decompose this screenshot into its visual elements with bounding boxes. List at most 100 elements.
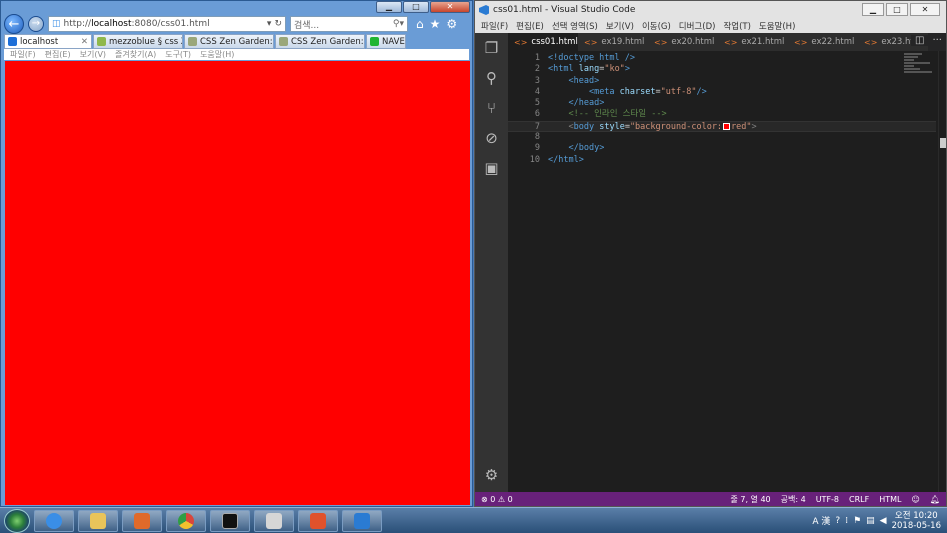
editor-tab-ex19[interactable]: <> ex19.html [578, 33, 648, 51]
taskbar-ie-icon[interactable] [34, 509, 74, 532]
status-cursor-position[interactable]: 줄 7, 열 40 [730, 494, 770, 505]
ie-menu-view[interactable]: 보기(V) [80, 49, 106, 60]
debug-icon[interactable]: ⊘ [485, 129, 498, 147]
vscode-menu-go[interactable]: 이동(G) [642, 20, 671, 32]
vscode-menu-file[interactable]: 파일(F) [481, 20, 508, 32]
search-input[interactable]: 검색... ⚲▾ [290, 16, 408, 32]
notification-bell-icon[interactable]: 🔔︎ [930, 495, 940, 504]
desktop: ▁ □ ✕ ← → ◫ http://localhost:8080/css01.… [0, 0, 947, 533]
ie-page-icon [8, 37, 17, 46]
back-icon[interactable]: ← [4, 14, 24, 34]
vscode-minimize-button[interactable]: ▁ [862, 3, 884, 16]
activity-bar: ❐ ⚲ ⑂ ⊘ ▣ ⚙ [475, 33, 508, 492]
page-icon: ◫ [52, 19, 61, 29]
ie-tab-csszen-2[interactable]: CSS Zen Garden: The... [275, 34, 365, 49]
network-icon[interactable]: ▤ [866, 516, 875, 526]
system-tray: A 漢 ? ⁞ ⚑ ▤ ◀ 오전 10:20 2018-05-16 [812, 511, 947, 531]
editor-tab-ex20[interactable]: <> ex20.html [648, 33, 718, 51]
status-problems[interactable]: ⊗ 0 ⚠ 0 [481, 495, 513, 504]
taskbar-cmd-icon[interactable] [210, 509, 250, 532]
vscode-close-button[interactable]: ✕ [910, 3, 940, 16]
explorer-files-icon[interactable]: ❐ [485, 39, 498, 57]
vscode-menu-tasks[interactable]: 작업(T) [723, 20, 750, 32]
ie-menu-tools[interactable]: 도구(T) [165, 49, 191, 60]
html-file-icon: <> [584, 37, 598, 47]
tab-close-icon[interactable]: ✕ [81, 37, 88, 47]
refresh-icon[interactable]: ↻ [274, 19, 282, 29]
vscode-titlebar: css01.html - Visual Studio Code ▁ □ ✕ [475, 1, 946, 19]
ie-menu-bar: 파일(F) 편집(E) 보기(V) 즐겨찾기(A) 도구(T) 도움말(H) [4, 49, 469, 60]
html-file-icon: <> [514, 37, 528, 47]
search-icon[interactable]: ⚲▾ [393, 19, 404, 29]
ie-tab-localhost[interactable]: localhost ✕ [4, 34, 92, 49]
editor-tab-css01[interactable]: <>css01.html✕ [508, 33, 578, 51]
ie-tab-mezzoblue[interactable]: mezzoblue § css Zen... [93, 34, 183, 49]
status-language[interactable]: HTML [879, 495, 901, 504]
manage-gear-icon[interactable]: ⚙ [485, 466, 498, 484]
ie-close-button[interactable]: ✕ [430, 1, 470, 13]
code-line: 6 <!-- 인라인 스타일 --> [534, 109, 667, 120]
editor-tab-ex21[interactable]: <> ex21.html [718, 33, 788, 51]
status-bar: ⊗ 0 ⚠ 0 줄 7, 열 40 공백: 4 UTF-8 CRLF HTML … [475, 492, 946, 506]
minimap[interactable] [904, 53, 934, 74]
forward-icon[interactable]: → [28, 16, 44, 32]
taskbar-explorer-icon[interactable] [78, 509, 118, 532]
ie-minimize-button[interactable]: ▁ [376, 1, 402, 13]
ie-menu-favorites[interactable]: 즐겨찾기(A) [115, 49, 156, 60]
vscode-body: ❐ ⚲ ⑂ ⊘ ▣ ⚙ <>css01.html✕ <>ex19.html <>… [475, 33, 946, 492]
flag-icon[interactable]: ⚑ [853, 516, 861, 526]
taskbar-chrome-icon[interactable] [166, 509, 206, 532]
ie-navigation-bar: ← → ◫ http://localhost:8080/css01.html ▾… [4, 13, 469, 35]
site-favicon-icon [188, 37, 197, 46]
editor-tab-ex22[interactable]: <> ex22.html [788, 33, 858, 51]
status-encoding[interactable]: UTF-8 [816, 495, 839, 504]
address-bar[interactable]: ◫ http://localhost:8080/css01.html ▾ ↻ [48, 16, 286, 32]
status-indentation[interactable]: 공백: 4 [781, 494, 806, 505]
extensions-icon[interactable]: ▣ [484, 159, 498, 177]
source-control-icon[interactable]: ⑂ [487, 99, 496, 117]
ie-tab-naver[interactable]: NAVER [366, 34, 406, 49]
taskbar-java-icon[interactable] [254, 509, 294, 532]
tray-expand-icon[interactable]: ⁞ [845, 516, 848, 526]
windows-taskbar: A 漢 ? ⁞ ⚑ ▤ ◀ 오전 10:20 2018-05-16 [0, 507, 947, 533]
more-actions-icon[interactable]: ··· [932, 35, 942, 46]
ie-window-controls: ▁ □ ✕ [376, 1, 470, 13]
search-icon[interactable]: ⚲ [486, 69, 497, 87]
color-swatch-icon[interactable] [723, 122, 731, 130]
status-eol[interactable]: CRLF [849, 495, 869, 504]
search-dropdown-icon[interactable]: ▾ [267, 19, 272, 29]
split-editor-icon[interactable]: ◫ [915, 35, 924, 46]
code-line-current: 7 <body style="background-color: red"> [508, 120, 936, 133]
start-button[interactable] [4, 508, 30, 533]
vscode-menu-help[interactable]: 도움말(H) [759, 20, 795, 32]
vscode-menu-edit[interactable]: 편집(E) [516, 20, 544, 32]
taskbar-media-player-icon[interactable] [122, 509, 162, 532]
code-editor[interactable]: 1 <!doctype html /> 2 <html lang="ko"> 3 <… [508, 53, 936, 166]
ie-menu-edit[interactable]: 편집(E) [45, 49, 71, 60]
favorites-star-icon[interactable]: ★ [430, 17, 441, 31]
feedback-smiley-icon[interactable]: ☺ [912, 495, 920, 504]
editor-area: <>css01.html✕ <>ex19.html <>ex20.html <>… [508, 33, 946, 492]
ie-window: ▁ □ ✕ ← → ◫ http://localhost:8080/css01.… [0, 0, 473, 507]
code-line: 2 <html lang="ko"> [534, 64, 630, 75]
home-icon[interactable]: ⌂ [416, 17, 424, 31]
volume-icon[interactable]: ◀ [880, 516, 887, 526]
vscode-menu-view[interactable]: 보기(V) [606, 20, 634, 32]
code-line: 5 </head> [534, 98, 605, 109]
ie-tab-csszen-1[interactable]: CSS Zen Garden: The... [184, 34, 274, 49]
settings-gear-icon[interactable]: ⚙ [446, 17, 457, 31]
clock[interactable]: 오전 10:20 2018-05-16 [892, 511, 941, 531]
ie-maximize-button[interactable]: □ [403, 1, 429, 13]
ime-indicator[interactable]: A 漢 [812, 514, 830, 527]
taskbar-vscode-icon[interactable] [342, 509, 382, 532]
vscode-menu-debug[interactable]: 디버그(D) [679, 20, 716, 32]
code-line: 10 </html> [529, 154, 584, 165]
vscode-menu-selection[interactable]: 선택 영역(S) [552, 20, 598, 32]
editor-scrollbar[interactable] [938, 51, 946, 492]
vscode-maximize-button[interactable]: □ [886, 3, 908, 16]
address-url: http://localhost:8080/css01.html [63, 19, 210, 29]
taskbar-hwp-icon[interactable] [298, 509, 338, 532]
ie-menu-help[interactable]: 도움말(H) [200, 49, 234, 60]
ie-menu-file[interactable]: 파일(F) [10, 49, 36, 60]
help-icon[interactable]: ? [835, 516, 840, 526]
